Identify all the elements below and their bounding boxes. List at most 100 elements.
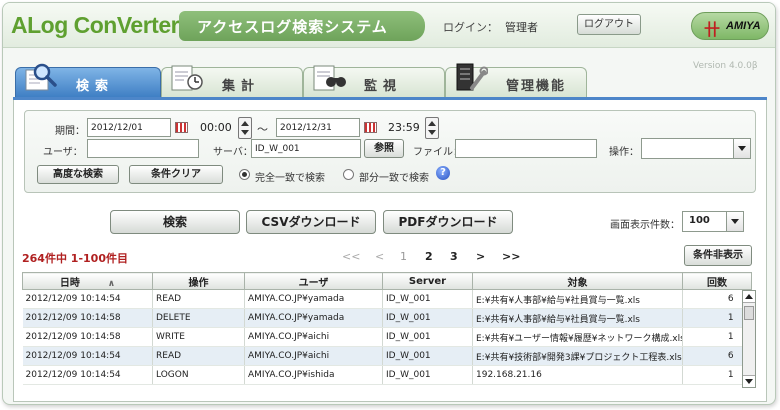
pager-page-1: 1 <box>400 250 407 263</box>
pager-prev: < <box>375 250 385 263</box>
sort-asc-icon[interactable]: ∧ <box>108 279 115 289</box>
per-page-select[interactable]: 100 <box>682 211 744 232</box>
tab-monitor-label: 監視 <box>364 79 403 94</box>
pager-next[interactable]: > <box>476 250 485 263</box>
amiya-mark-icon: 卄 <box>704 20 721 39</box>
spin-down-icon[interactable] <box>241 130 249 135</box>
table-row[interactable]: 2012/12/09 10:14:58 WRITE AMIYA.CO.JP¥ai… <box>22 327 752 347</box>
table-row[interactable]: 2012/12/09 10:14:58 DELETE AMIYA.CO.JP¥y… <box>22 308 752 328</box>
cell-server: ID_W_001 <box>382 346 473 366</box>
tab-search-label: 検索 <box>76 79 115 94</box>
table-header: 日時 ∧ 操作 ユーザ Server 対象 回数 <box>22 272 752 290</box>
logout-button[interactable]: ログアウト <box>577 14 641 35</box>
table-row[interactable]: 2012/12/09 10:14:54 LOGON AMIYA.CO.JP¥is… <box>22 365 752 385</box>
cell-datetime: 2012/12/09 10:14:54 <box>22 365 153 385</box>
time-to: 23:59 <box>388 121 420 134</box>
login-label: ログイン： <box>443 21 498 34</box>
magnifier-icon <box>25 63 57 91</box>
server-tool-icon <box>456 63 488 91</box>
app-logo: ALog ConVerter® <box>11 12 186 39</box>
search-panel: 期間： 00:00 〜 23:59 ユーザ： サーバ： 参照 ファイル： 操作： <box>13 100 767 402</box>
cell-server: ID_W_001 <box>382 308 473 328</box>
cell-operation: DELETE <box>152 308 245 328</box>
cell-operation: READ <box>152 346 245 366</box>
date-to-input[interactable] <box>276 118 360 137</box>
cell-user: AMIYA.CO.JP¥ishida <box>244 365 383 385</box>
scroll-thumb[interactable] <box>744 306 754 320</box>
per-page-value: 100 <box>689 215 710 226</box>
cell-user: AMIYA.CO.JP¥aichi <box>244 346 383 366</box>
user-label: ユーザ： <box>43 147 83 158</box>
server-label: サーバ： <box>213 147 253 158</box>
match-partial-label[interactable]: 部分一致で検索 <box>359 169 429 184</box>
browse-button[interactable]: 参照 <box>364 139 404 158</box>
range-tilde: 〜 <box>257 123 268 136</box>
col-datetime[interactable]: 日時 ∧ <box>22 272 153 290</box>
cell-target: E:¥共有¥人事部¥給与¥社員賞与一覧.xls <box>472 289 683 309</box>
tab-monitor[interactable]: 監視 <box>303 65 445 97</box>
login-user: 管理者 <box>505 21 538 34</box>
csv-download-button[interactable]: CSVダウンロード <box>246 210 376 234</box>
calendar-from-icon[interactable] <box>175 122 188 133</box>
scroll-up-icon[interactable] <box>743 291 755 303</box>
spin-up-icon[interactable] <box>428 121 436 126</box>
pdf-download-button[interactable]: PDFダウンロード <box>383 210 513 234</box>
table-scrollbar[interactable] <box>742 290 756 388</box>
cell-user: AMIYA.CO.JP¥aichi <box>244 327 383 347</box>
result-count: 264件中 1-100件目 <box>22 252 128 265</box>
advanced-search-button[interactable]: 高度な検索 <box>37 165 119 184</box>
cell-datetime: 2012/12/09 10:14:58 <box>22 327 153 347</box>
table-row[interactable]: 2012/12/09 10:14:54 READ AMIYA.CO.JP¥yam… <box>22 289 752 309</box>
period-label: 期間： <box>55 126 85 137</box>
header-bar: ALog ConVerter® アクセスログ検索システム ログイン： 管理者 ロ… <box>3 3 775 48</box>
search-button[interactable]: 検索 <box>110 210 240 234</box>
clear-criteria-button[interactable]: 条件クリア <box>129 165 223 184</box>
operation-label: 操作： <box>609 147 639 158</box>
pager-last[interactable]: >> <box>502 250 520 263</box>
pager-first: << <box>342 250 361 263</box>
time-from-spinner[interactable] <box>238 117 252 139</box>
help-icon[interactable]: ? <box>436 166 450 180</box>
cell-operation: LOGON <box>152 365 245 385</box>
chevron-down-icon[interactable] <box>733 139 750 158</box>
match-partial-radio[interactable] <box>343 169 354 180</box>
cell-server: ID_W_001 <box>382 365 473 385</box>
col-server[interactable]: Server <box>382 272 473 290</box>
spin-down-icon[interactable] <box>428 130 436 135</box>
cell-datetime: 2012/12/09 10:14:58 <box>22 308 153 328</box>
col-user[interactable]: ユーザ <box>244 272 383 290</box>
match-exact-label[interactable]: 完全一致で検索 <box>255 169 325 184</box>
pager-page-2[interactable]: 2 <box>425 250 433 263</box>
tab-admin[interactable]: 管理機能 <box>445 63 587 97</box>
page-title: アクセスログ検索システム <box>197 18 388 36</box>
cell-user: AMIYA.CO.JP¥yamada <box>244 308 383 328</box>
brand-logo: 卄 AMIYA <box>691 12 769 40</box>
search-criteria-box: 期間： 00:00 〜 23:59 ユーザ： サーバ： 参照 ファイル： 操作： <box>24 110 756 193</box>
col-count[interactable]: 回数 <box>682 272 752 290</box>
binoculars-icon <box>313 65 346 91</box>
time-to-spinner[interactable] <box>425 117 439 139</box>
pager-page-3[interactable]: 3 <box>450 250 458 263</box>
file-input[interactable] <box>455 139 597 158</box>
cell-server: ID_W_001 <box>382 289 473 309</box>
tab-admin-label: 管理機能 <box>506 79 567 94</box>
table-row[interactable]: 2012/12/09 10:14:54 READ AMIYA.CO.JP¥aic… <box>22 346 752 366</box>
server-input[interactable] <box>251 139 361 158</box>
spin-up-icon[interactable] <box>241 121 249 126</box>
match-exact-radio[interactable] <box>239 169 250 180</box>
col-target[interactable]: 対象 <box>472 272 683 290</box>
user-input[interactable] <box>87 139 199 158</box>
col-operation[interactable]: 操作 <box>152 272 245 290</box>
cell-operation: WRITE <box>152 327 245 347</box>
cell-datetime: 2012/12/09 10:14:54 <box>22 346 153 366</box>
date-from-input[interactable] <box>87 118 171 137</box>
cell-target: E:¥共有¥ユーザー情報¥履歴¥ネットワーク構成.xls <box>472 327 683 347</box>
chevron-down-icon[interactable] <box>726 212 743 231</box>
tab-summary[interactable]: 集計 <box>161 65 303 97</box>
calendar-to-icon[interactable] <box>364 122 377 133</box>
tab-search[interactable]: 検索 <box>15 63 161 97</box>
results-table: 日時 ∧ 操作 ユーザ Server 対象 回数 2012/12/09 10:1… <box>22 272 752 385</box>
scroll-down-icon[interactable] <box>743 375 755 387</box>
operation-select[interactable] <box>641 138 751 159</box>
hide-criteria-button[interactable]: 条件非表示 <box>684 245 752 266</box>
